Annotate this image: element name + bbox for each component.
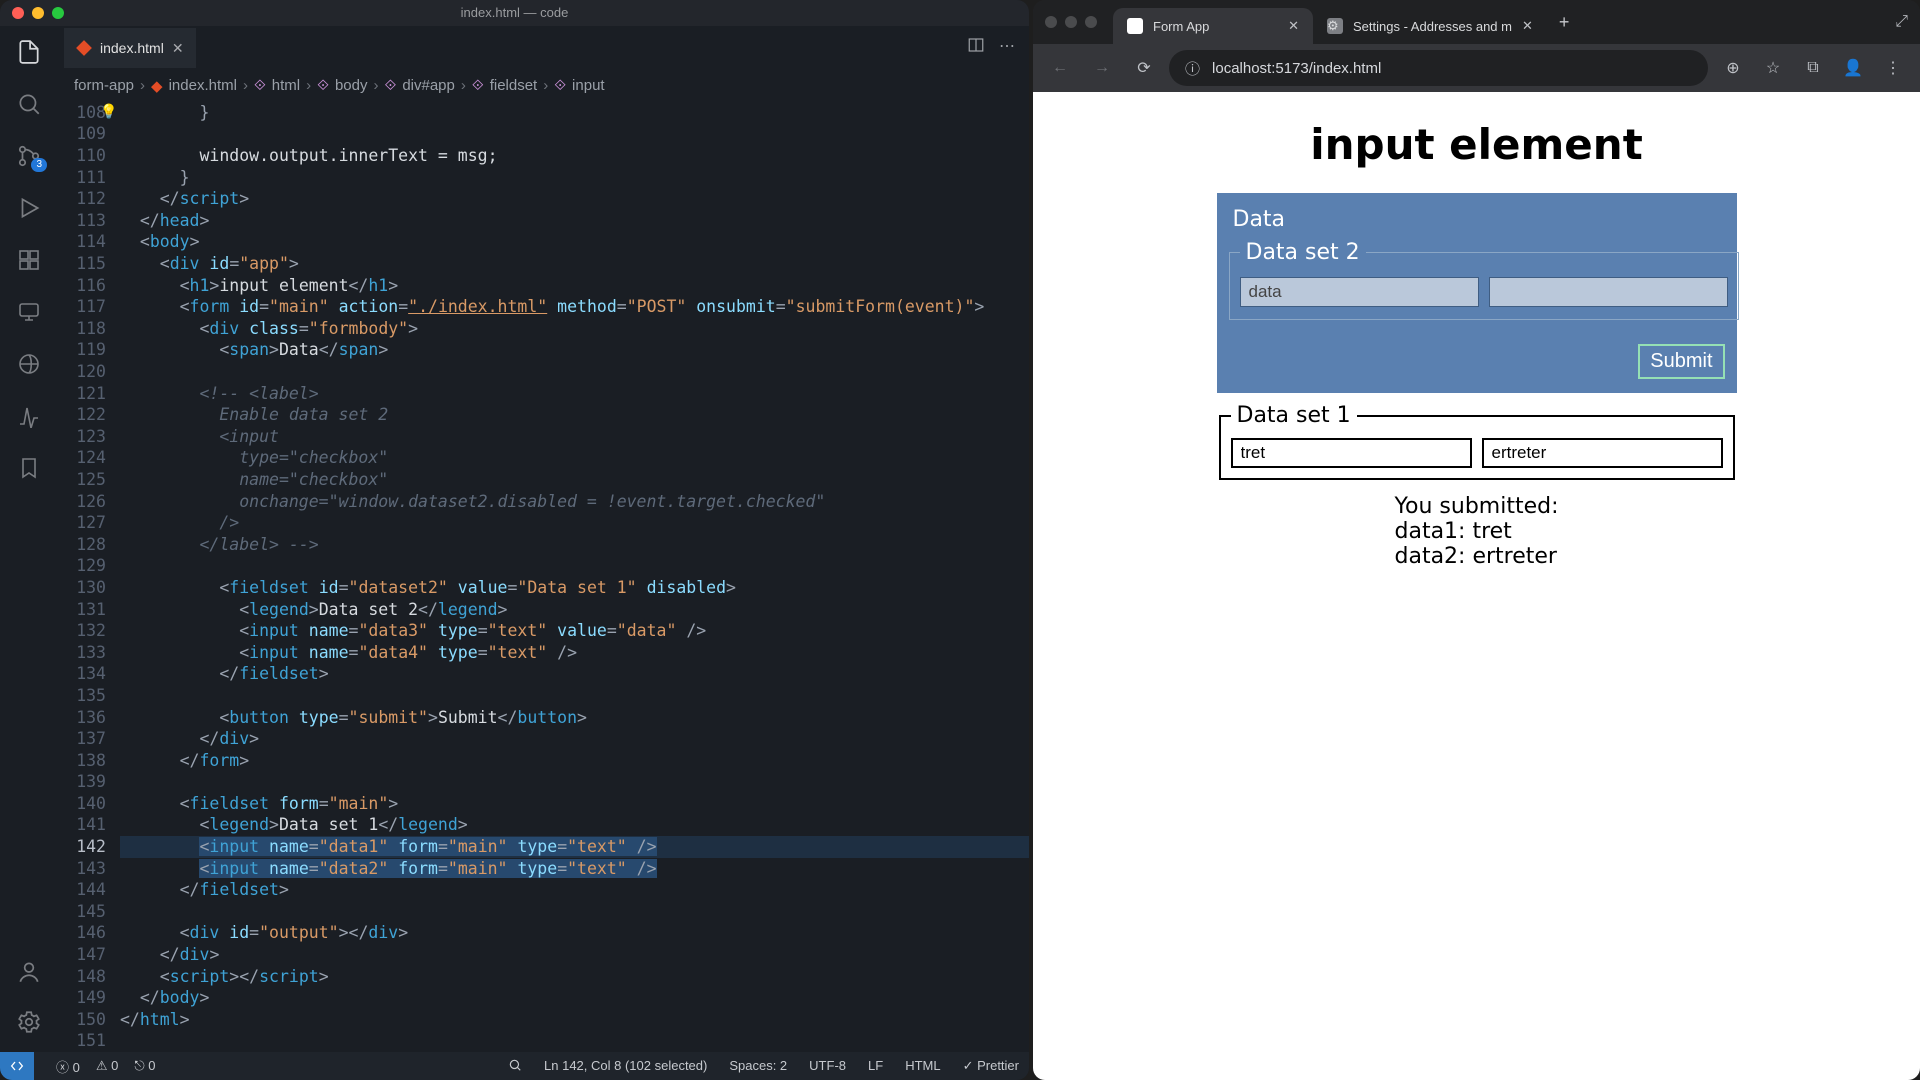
browser-tabstrip: Form App ✕ ⚙ Settings - Addresses and m … [1033,0,1920,44]
editor-tab[interactable]: index.html ✕ [64,28,196,68]
browser-window: Form App ✕ ⚙ Settings - Addresses and m … [1033,0,1920,1080]
close-tab-icon[interactable]: ✕ [1522,18,1533,34]
status-find-icon[interactable] [508,1058,522,1075]
split-editor-icon[interactable] [967,36,985,59]
status-bar: ⓧ 0 ⚠ 0 ⎋ 0 Ln 142, Col 8 (102 selected)… [0,1052,1029,1080]
profile-icon[interactable]: 👤 [1836,51,1870,85]
forward-button[interactable]: → [1085,51,1119,85]
close-tab-icon[interactable]: ✕ [172,40,184,57]
traffic-lights [1045,16,1097,28]
vscode-window: index.html — code 3 [0,0,1029,1080]
remote-explorer-icon[interactable] [15,298,43,326]
source-control-icon[interactable]: 3 [15,142,43,170]
status-encoding[interactable]: UTF-8 [809,1058,846,1075]
browser-toolbar: ← → ⟳ ⓘ localhost:5173/index.html ⊕ ☆ ⧉ … [1033,44,1920,92]
favicon-icon [1127,18,1143,34]
page-content: input element Data Data set 2 Submit Dat… [1033,92,1920,1080]
extensions-icon[interactable] [15,246,43,274]
minimize-window-icon[interactable] [32,7,44,19]
status-warnings[interactable]: ⚠ 0 [96,1058,119,1074]
submit-button[interactable]: Submit [1638,344,1724,379]
browser-tab[interactable]: ⚙ Settings - Addresses and m ✕ [1313,8,1547,44]
activity-bar: 3 [0,26,58,1052]
fieldset-dataset2: Data set 2 [1229,240,1739,320]
favicon-icon: ⚙ [1327,18,1343,34]
data-label: Data [1233,207,1721,232]
data2-input[interactable] [1482,438,1723,468]
window-title: index.html — code [461,5,569,20]
timeline-icon[interactable] [15,402,43,430]
titlebar: index.html — code [0,0,1029,26]
breadcrumb-item[interactable]: input [572,77,605,94]
code-content[interactable]: } window.output.innerText = msg; } </scr… [120,102,1029,1052]
explorer-icon[interactable] [15,38,43,66]
testing-icon[interactable] [15,350,43,378]
breadcrumb[interactable]: form-app› ◆ index.html› ⟐html› ⟐body› ⟐d… [58,70,1029,102]
url-text: localhost:5173/index.html [1212,60,1381,77]
site-info-icon[interactable]: ⓘ [1185,58,1200,79]
maximize-window-icon[interactable] [1085,16,1097,28]
window-expand-icon[interactable]: ⤢ [1895,13,1908,31]
close-window-icon[interactable] [12,7,24,19]
minimize-window-icon[interactable] [1065,16,1077,28]
tab-title: Settings - Addresses and m [1353,19,1512,34]
breadcrumb-item[interactable]: div#app [402,77,455,94]
tab-title: Form App [1153,19,1209,34]
address-bar[interactable]: ⓘ localhost:5173/index.html [1169,50,1708,86]
data4-input[interactable] [1489,277,1728,307]
scm-badge: 3 [31,158,47,172]
remote-indicator-icon[interactable] [0,1052,34,1080]
fieldset-dataset1: Data set 1 [1219,403,1735,480]
data1-input[interactable] [1231,438,1472,468]
more-actions-icon[interactable]: ⋯ [999,36,1015,59]
traffic-lights [12,7,64,19]
breadcrumb-item[interactable]: fieldset [490,77,538,94]
maximize-window-icon[interactable] [52,7,64,19]
form-body: Data Data set 2 Submit [1217,193,1737,393]
line-gutter: 1081091101111121131141151161171181191201… [58,102,120,1052]
menu-icon[interactable]: ⋮ [1876,51,1910,85]
breadcrumb-item[interactable]: form-app [74,77,134,94]
close-window-icon[interactable] [1045,16,1057,28]
zoom-icon[interactable]: ⊕ [1716,51,1750,85]
back-button[interactable]: ← [1043,51,1077,85]
editor-tabbar: index.html ✕ ⋯ [58,26,1029,70]
close-tab-icon[interactable]: ✕ [1288,18,1299,34]
status-eol[interactable]: LF [868,1058,883,1075]
search-icon[interactable] [15,90,43,118]
breadcrumb-item[interactable]: body [335,77,368,94]
breadcrumb-item[interactable]: index.html [169,77,237,94]
output-text: You submitted: data1: tret data2: ertret… [1395,494,1559,569]
data3-input[interactable] [1240,277,1479,307]
editor-area: index.html ✕ ⋯ form-app› ◆ index.html› ⟐… [58,26,1029,1052]
bookmark-star-icon[interactable]: ☆ [1756,51,1790,85]
status-language[interactable]: HTML [905,1058,940,1075]
browser-tab[interactable]: Form App ✕ [1113,8,1313,44]
new-tab-button[interactable]: + [1547,12,1582,33]
run-debug-icon[interactable] [15,194,43,222]
status-formatter[interactable]: Prettier [963,1058,1019,1075]
html-file-icon [76,40,92,56]
extensions-icon[interactable]: ⧉ [1796,51,1830,85]
page-heading: input element [1310,120,1643,169]
status-spaces[interactable]: Spaces: 2 [729,1058,787,1075]
chevron-right-icon: › [140,77,145,94]
accounts-icon[interactable] [15,958,43,986]
breadcrumb-item[interactable]: html [272,77,300,94]
status-cursor[interactable]: Ln 142, Col 8 (102 selected) [544,1058,707,1075]
status-port[interactable]: ⎋ 0 [134,1058,155,1074]
reload-button[interactable]: ⟳ [1127,51,1161,85]
settings-gear-icon[interactable] [15,1008,43,1036]
editor-tab-label: index.html [100,40,164,56]
fieldset-legend: Data set 1 [1231,403,1357,428]
fieldset-legend: Data set 2 [1240,240,1366,265]
status-errors[interactable]: ⓧ 0 [56,1057,80,1076]
bookmarks-icon[interactable] [15,454,43,482]
code-editor[interactable]: 1081091101111121131141151161171181191201… [58,102,1029,1052]
